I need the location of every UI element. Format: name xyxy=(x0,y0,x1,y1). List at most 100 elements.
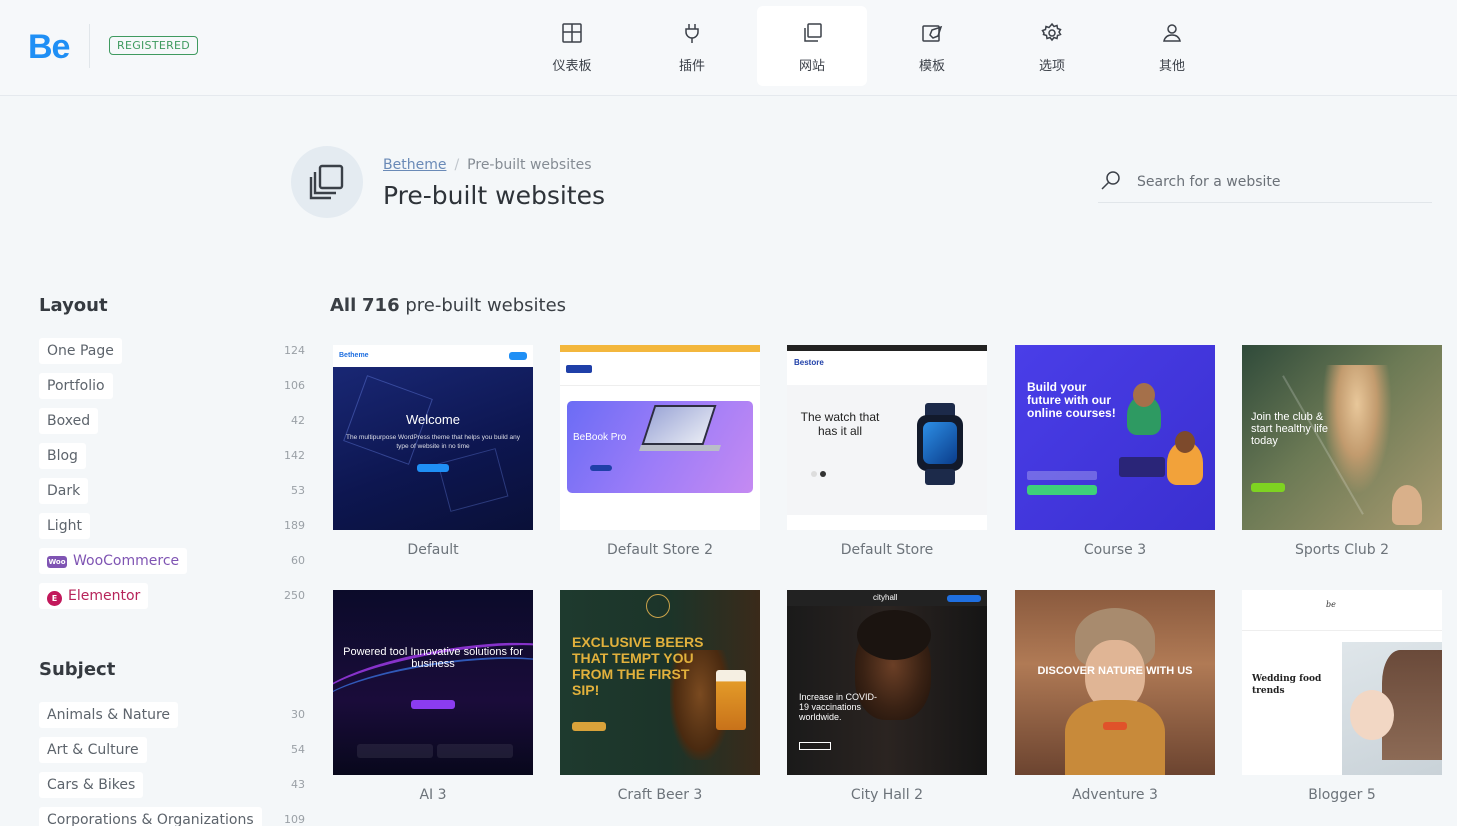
website-name[interactable]: Adventure 3 xyxy=(1015,787,1215,803)
dashboard-icon xyxy=(562,23,582,43)
website-headline: The watch that has it all xyxy=(800,410,880,438)
website-headline: Join the club & start healthy life today xyxy=(1251,411,1329,447)
filter-one-page[interactable]: One Page 124 xyxy=(39,338,305,364)
elementor-icon: E xyxy=(47,591,62,606)
nav-label: 仪表板 xyxy=(552,59,592,74)
plug-icon xyxy=(685,24,699,43)
page-title: Pre-built websites xyxy=(383,181,605,210)
filter-label[interactable]: One Page xyxy=(39,338,122,364)
website-headline: Build your future with our online course… xyxy=(1027,380,1116,420)
website-headline: BeBook Pro xyxy=(573,432,627,443)
filter-count: 250 xyxy=(284,589,305,602)
filter-count: 43 xyxy=(291,778,305,791)
betheme-logo[interactable]: Be xyxy=(28,28,70,67)
website-thumbnail[interactable]: Build your future with our online course… xyxy=(1015,345,1215,530)
user-icon xyxy=(1163,24,1181,42)
website-headline: Wedding food trends xyxy=(1252,674,1322,696)
filter-art-culture[interactable]: Art & Culture 54 xyxy=(39,737,305,763)
filter-label[interactable]: Dark xyxy=(39,478,89,504)
website-headline: EXCLUSIVE BEERS THAT TEMPT YOU FROM THE … xyxy=(572,634,704,698)
nav-label: 其他 xyxy=(1158,59,1185,74)
breadcrumb: Betheme / Pre-built websites xyxy=(383,157,592,173)
nav-item-templates[interactable]: 模板 xyxy=(877,6,987,86)
website-thumbnail[interactable]: BeBook Pro xyxy=(560,345,760,530)
search-icon xyxy=(1101,171,1120,190)
breadcrumb-current: Pre-built websites xyxy=(467,157,592,173)
nav-label: 模板 xyxy=(918,59,945,74)
gear-icon xyxy=(1041,22,1062,42)
filter-portfolio[interactable]: Portfolio 106 xyxy=(39,373,305,399)
filter-label-elementor[interactable]: E Elementor xyxy=(39,583,149,609)
website-thumbnail[interactable]: DISCOVER NATURE WITH US xyxy=(1015,590,1215,775)
filter-label[interactable]: Cars & Bikes xyxy=(39,772,144,798)
website-name[interactable]: Default Store xyxy=(787,542,987,558)
website-name[interactable]: Sports Club 2 xyxy=(1242,542,1442,558)
website-name[interactable]: Blogger 5 xyxy=(1242,787,1442,803)
website-headline: Increase in COVID-19 vaccinations worldw… xyxy=(799,692,878,722)
nav-item-dashboard[interactable]: 仪表板 xyxy=(517,6,627,86)
website-headline: DISCOVER NATURE WITH US xyxy=(1037,665,1193,677)
filter-boxed[interactable]: Boxed 42 xyxy=(39,408,305,434)
filter-label[interactable]: Corporations & Organizations xyxy=(39,807,262,826)
filter-count: 54 xyxy=(291,743,305,756)
filter-count: 142 xyxy=(284,449,305,462)
filter-label[interactable]: Blog xyxy=(39,443,86,469)
filter-animals-nature[interactable]: Animals & Nature 30 xyxy=(39,702,305,728)
website-thumbnail[interactable]: Powered tool Innovative solutions for bu… xyxy=(333,590,533,775)
filter-blog[interactable]: Blog 142 xyxy=(39,443,305,469)
website-name[interactable]: AI 3 xyxy=(333,787,533,803)
website-headline: Welcome xyxy=(406,412,460,427)
nav-item-plugins[interactable]: 插件 xyxy=(637,6,747,86)
filter-cars-bikes[interactable]: Cars & Bikes 43 xyxy=(39,772,305,798)
filter-label[interactable]: Portfolio xyxy=(39,373,113,399)
results-total: 716 xyxy=(362,295,400,316)
registered-badge: REGISTERED xyxy=(109,36,199,55)
website-name[interactable]: Craft Beer 3 xyxy=(560,787,760,803)
websites-icon xyxy=(309,164,344,200)
template-icon xyxy=(922,25,943,42)
filter-light[interactable]: Light 189 xyxy=(39,513,305,539)
filter-label[interactable]: Animals & Nature xyxy=(39,702,179,728)
nav-label: 选项 xyxy=(1038,59,1065,74)
website-name[interactable]: Default xyxy=(333,542,533,558)
website-name[interactable]: Default Store 2 xyxy=(560,542,760,558)
nav-item-options[interactable]: 选项 xyxy=(997,6,1107,86)
nav-label: 网站 xyxy=(798,59,825,74)
website-thumbnail[interactable]: Betheme Welcome The multipurpose WordPre… xyxy=(333,345,533,530)
logo-divider xyxy=(89,24,90,68)
websites-icon xyxy=(804,23,822,42)
website-name[interactable]: Course 3 xyxy=(1015,542,1215,558)
subject-heading: Subject xyxy=(39,659,116,680)
website-headline: Powered tool Innovative solutions for bu… xyxy=(343,646,523,670)
filter-dark[interactable]: Dark 53 xyxy=(39,478,305,504)
filter-label[interactable]: Boxed xyxy=(39,408,99,434)
results-heading: All 716 pre-built websites xyxy=(330,295,566,316)
filter-label-woocommerce[interactable]: Woo WooCommerce xyxy=(39,548,188,574)
website-thumbnail[interactable]: Join the club & start healthy life today xyxy=(1242,345,1442,530)
page-icon xyxy=(291,146,363,218)
filter-count: 53 xyxy=(291,484,305,497)
filter-count: 189 xyxy=(284,519,305,532)
filter-label[interactable]: Light xyxy=(39,513,90,539)
breadcrumb-separator: / xyxy=(454,157,460,173)
filter-label[interactable]: Art & Culture xyxy=(39,737,147,763)
nav-label: 插件 xyxy=(678,59,705,74)
filter-count: 30 xyxy=(291,708,305,721)
results-heading-prefix: All xyxy=(330,295,357,316)
filter-count: 60 xyxy=(291,554,305,567)
website-subline: The multipurpose WordPress theme that he… xyxy=(345,434,521,450)
website-thumbnail[interactable]: cityhall Increase in COVID-19 vaccinatio… xyxy=(787,590,987,775)
website-thumbnail[interactable]: Bestore The watch that has it all xyxy=(787,345,987,530)
website-thumbnail[interactable]: be Wedding food trends xyxy=(1242,590,1442,775)
website-thumbnail[interactable]: EXCLUSIVE BEERS THAT TEMPT YOU FROM THE … xyxy=(560,590,760,775)
filter-elementor[interactable]: E Elementor 250 xyxy=(39,583,305,609)
nav-item-other[interactable]: 其他 xyxy=(1117,6,1227,86)
search-input[interactable] xyxy=(1137,171,1417,193)
filter-label: Elementor xyxy=(68,588,141,604)
nav-item-websites[interactable]: 网站 xyxy=(757,6,867,86)
breadcrumb-link-betheme[interactable]: Betheme xyxy=(383,157,446,173)
filter-label: WooCommerce xyxy=(73,553,180,569)
filter-corporations[interactable]: Corporations & Organizations 109 xyxy=(39,807,305,826)
website-name[interactable]: City Hall 2 xyxy=(787,787,987,803)
filter-woocommerce[interactable]: Woo WooCommerce 60 xyxy=(39,548,305,574)
